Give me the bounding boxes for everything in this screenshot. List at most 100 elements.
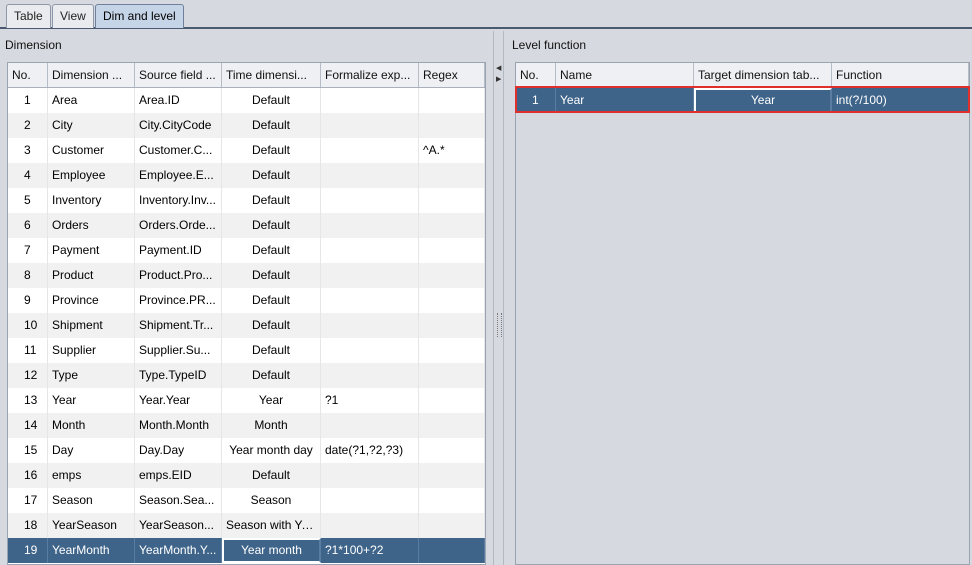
dimension-table-cell[interactable]	[419, 413, 485, 438]
dimension-column-header[interactable]: Time dimensi...	[222, 63, 321, 87]
dimension-table-row[interactable]: 10 Shipment Shipment.Tr... Default	[8, 313, 485, 338]
dimension-table-cell[interactable]	[419, 363, 485, 388]
dimension-table-cell[interactable]	[419, 113, 485, 138]
dimension-table-row[interactable]: 15 Day Day.Day Year month day date(?1,?2,?3)	[8, 438, 485, 463]
dimension-table-cell[interactable]	[419, 288, 485, 313]
dimension-table-cell[interactable]: Orders	[48, 213, 135, 238]
dimension-table-cell[interactable]: emps.EID	[135, 463, 222, 488]
dimension-table-row[interactable]: 5 Inventory Inventory.Inv... Default	[8, 188, 485, 213]
dimension-table-cell[interactable]: ?1*100+?2	[321, 538, 419, 563]
dimension-table-cell[interactable]: Payment	[48, 238, 135, 263]
dimension-table-row[interactable]: 13 Year Year.Year Year ?1	[8, 388, 485, 413]
dimension-table-cell[interactable]	[419, 438, 485, 463]
level-column-header[interactable]: No.	[516, 63, 556, 87]
dimension-table-cell[interactable]: Year	[222, 388, 321, 413]
dimension-table-cell[interactable]: Default	[222, 238, 321, 263]
level-table-cell[interactable]: Year	[694, 88, 832, 113]
dimension-table-cell[interactable]	[321, 288, 419, 313]
dimension-table-cell[interactable]: Day	[48, 438, 135, 463]
dimension-table-cell[interactable]: Year	[48, 388, 135, 413]
dimension-table-cell[interactable]: Orders.Orde...	[135, 213, 222, 238]
dimension-column-header[interactable]: Formalize exp...	[321, 63, 419, 87]
dimension-table-cell[interactable]	[419, 213, 485, 238]
dimension-table-cell[interactable]: Default	[222, 213, 321, 238]
dimension-table-row[interactable]: 1 Area Area.ID Default	[8, 88, 485, 113]
dimension-table-cell[interactable]	[321, 513, 419, 538]
dimension-table-cell[interactable]	[419, 463, 485, 488]
dimension-table-row[interactable]: 3 Customer Customer.C... Default ^A.*	[8, 138, 485, 163]
dimension-table-row[interactable]: 17 Season Season.Sea... Season	[8, 488, 485, 513]
dimension-table-cell[interactable]: Shipment	[48, 313, 135, 338]
dimension-table-cell[interactable]: Default	[222, 338, 321, 363]
dimension-table-cell[interactable]: Default	[222, 263, 321, 288]
dimension-table-cell[interactable]: Year month	[222, 538, 321, 563]
dimension-table-cell[interactable]: Day.Day	[135, 438, 222, 463]
dimension-table-cell[interactable]: Default	[222, 288, 321, 313]
dimension-table-cell[interactable]: ?1	[321, 388, 419, 413]
dimension-table-cell[interactable]	[321, 188, 419, 213]
dimension-table-cell[interactable]: Employee	[48, 163, 135, 188]
dimension-table-cell[interactable]	[419, 313, 485, 338]
dimension-table-cell[interactable]	[321, 138, 419, 163]
dimension-table-row[interactable]: 8 Product Product.Pro... Default	[8, 263, 485, 288]
level-table-row[interactable]: 1 Year Year int(?/100)	[516, 88, 969, 113]
dimension-table-cell[interactable]: 14	[8, 413, 48, 438]
dimension-table-cell[interactable]	[321, 463, 419, 488]
dimension-table-row[interactable]: 16 emps emps.EID Default	[8, 463, 485, 488]
dimension-table-row[interactable]: 18 YearSeason YearSeason... Season with Yea…	[8, 513, 485, 538]
dimension-table-cell[interactable]: Month	[222, 413, 321, 438]
dimension-table-cell[interactable]: Default	[222, 138, 321, 163]
dimension-column-header[interactable]: Regex	[419, 63, 485, 87]
dimension-table-cell[interactable]: Province	[48, 288, 135, 313]
dimension-table-cell[interactable]: Default	[222, 88, 321, 113]
dimension-table-cell[interactable]: Supplier	[48, 338, 135, 363]
dimension-table-cell[interactable]: 8	[8, 263, 48, 288]
dimension-table-cell[interactable]	[321, 88, 419, 113]
dimension-table-cell[interactable]	[419, 488, 485, 513]
dimension-table-cell[interactable]: 2	[8, 113, 48, 138]
dimension-table-cell[interactable]: Type	[48, 363, 135, 388]
dimension-table-cell[interactable]: date(?1,?2,?3)	[321, 438, 419, 463]
collapse-right-arrow-icon[interactable]: ▶	[496, 76, 501, 83]
dimension-table-cell[interactable]: Season.Sea...	[135, 488, 222, 513]
dimension-table-cell[interactable]: Default	[222, 463, 321, 488]
dimension-table-cell[interactable]: Month.Month	[135, 413, 222, 438]
dimension-table-cell[interactable]: Customer.C...	[135, 138, 222, 163]
tab-table[interactable]: Table	[6, 4, 51, 28]
dimension-table-cell[interactable]: Default	[222, 113, 321, 138]
dimension-table-cell[interactable]: 16	[8, 463, 48, 488]
dimension-table-cell[interactable]	[321, 313, 419, 338]
dimension-table-cell[interactable]: 3	[8, 138, 48, 163]
dimension-table-cell[interactable]: 1	[8, 88, 48, 113]
level-table-cell[interactable]: 1	[516, 88, 556, 113]
dimension-table-cell[interactable]: Product.Pro...	[135, 263, 222, 288]
dimension-table-cell[interactable]	[419, 388, 485, 413]
dimension-table-cell[interactable]	[321, 488, 419, 513]
dimension-table-row[interactable]: 9 Province Province.PR... Default	[8, 288, 485, 313]
level-table-cell[interactable]: Year	[556, 88, 694, 113]
dimension-column-header[interactable]: Source field ...	[135, 63, 222, 87]
dimension-table-cell[interactable]	[321, 263, 419, 288]
dimension-table-cell[interactable]	[321, 113, 419, 138]
dimension-table-cell[interactable]	[321, 363, 419, 388]
dimension-table-cell[interactable]: Inventory	[48, 188, 135, 213]
dimension-table-cell[interactable]	[321, 213, 419, 238]
dimension-table-cell[interactable]: YearMonth.Y...	[135, 538, 222, 563]
dimension-table-cell[interactable]: 4	[8, 163, 48, 188]
dimension-table-cell[interactable]: Province.PR...	[135, 288, 222, 313]
dimension-table-cell[interactable]: 9	[8, 288, 48, 313]
level-column-header[interactable]: Name	[556, 63, 694, 87]
dimension-table-cell[interactable]: Area	[48, 88, 135, 113]
dimension-table-cell[interactable]	[321, 238, 419, 263]
dimension-table-cell[interactable]	[419, 188, 485, 213]
dimension-table-cell[interactable]: Supplier.Su...	[135, 338, 222, 363]
dimension-table-cell[interactable]	[321, 338, 419, 363]
dimension-table-cell[interactable]: Season	[48, 488, 135, 513]
dimension-table-cell[interactable]	[419, 163, 485, 188]
dimension-table-cell[interactable]: YearSeason...	[135, 513, 222, 538]
dimension-table-cell[interactable]	[419, 338, 485, 363]
dimension-table-cell[interactable]: YearMonth	[48, 538, 135, 563]
dimension-table-cell[interactable]: 18	[8, 513, 48, 538]
dimension-table-cell[interactable]	[419, 538, 485, 563]
tab-view[interactable]: View	[52, 4, 94, 28]
